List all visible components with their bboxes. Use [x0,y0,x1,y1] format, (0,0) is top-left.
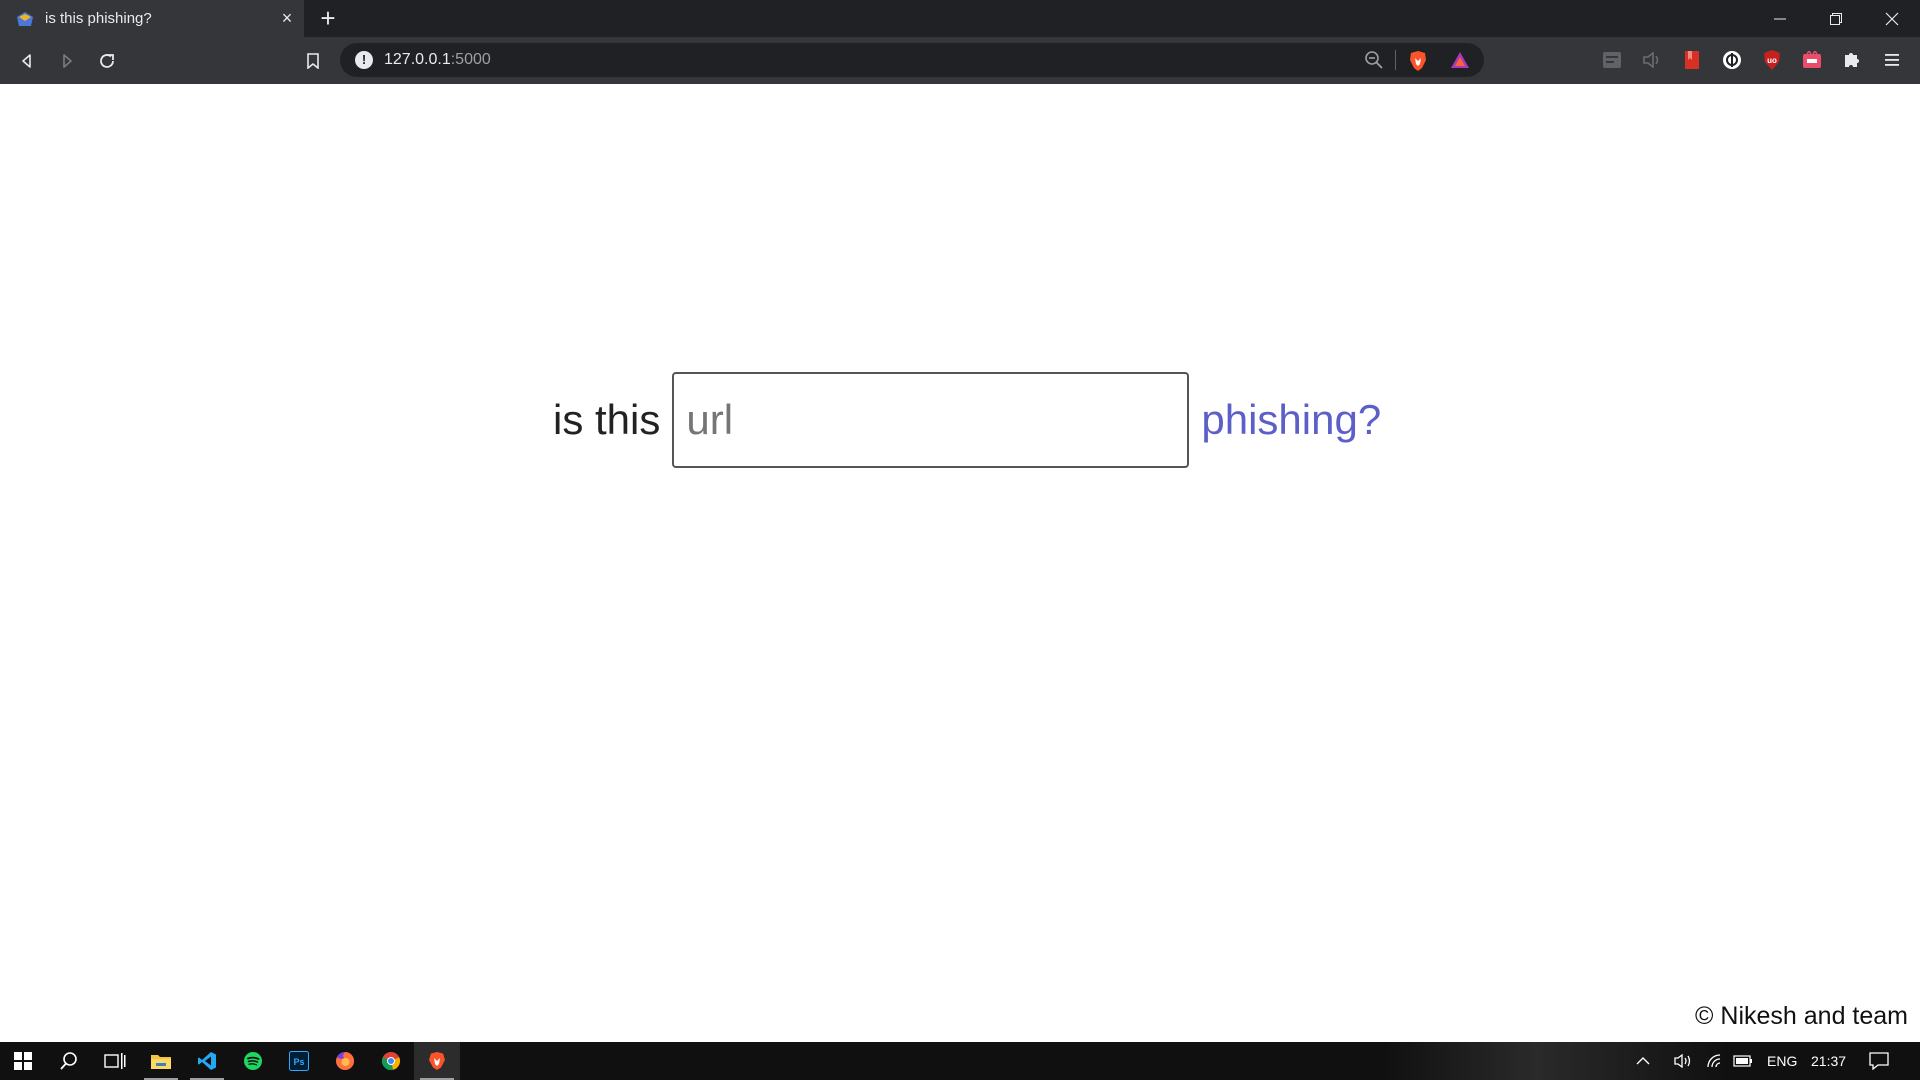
language-indicator[interactable]: ENG [1767,1042,1797,1080]
search-icon[interactable] [46,1042,92,1080]
browser-toolbar: ! 127.0.0.1:5000 uo [0,37,1920,84]
tab-title: is this phishing? [45,10,152,27]
new-tab-button[interactable]: + [316,5,340,31]
clock[interactable]: 21:37 [1811,1042,1846,1080]
svg-text:uo: uo [1767,56,1777,65]
vscode-icon[interactable] [184,1042,230,1080]
chrome-icon[interactable] [368,1042,414,1080]
tab-active[interactable]: is this phishing? × [0,0,304,37]
reload-button[interactable] [94,48,120,74]
menu-icon[interactable] [1881,49,1903,71]
extension-6-icon[interactable] [1801,49,1823,71]
windows-taskbar: Ps ENG 21:37 [0,1042,1920,1080]
notifications-icon[interactable] [1856,1042,1902,1080]
address-url: 127.0.0.1:5000 [384,51,491,68]
extension-4-icon[interactable] [1721,49,1743,71]
minimize-icon[interactable] [1752,0,1808,37]
extension-2-icon[interactable] [1641,49,1663,71]
chevron-up-icon[interactable] [1628,1042,1658,1080]
ublock-icon[interactable]: uo [1761,49,1783,71]
firefox-icon[interactable] [322,1042,368,1080]
back-button[interactable] [14,48,40,74]
phishing-check-form: is this phishing? [553,372,1381,468]
photoshop-icon[interactable]: Ps [276,1042,322,1080]
extension-3-icon[interactable] [1681,49,1703,71]
battery-icon[interactable] [1728,1042,1758,1080]
favicon-icon [16,11,34,27]
zoom-icon[interactable] [1364,50,1384,70]
task-view-icon[interactable] [92,1042,138,1080]
brave-rewards-icon[interactable] [1450,50,1470,70]
volume-icon[interactable] [1668,1042,1698,1080]
prompt-prefix: is this [553,396,661,443]
prompt-suffix-link[interactable]: phishing? [1201,396,1381,444]
page-content: is this phishing? © Nikesh and team [0,84,1920,1042]
brave-shields-icon[interactable] [1408,50,1428,71]
puzzle-icon[interactable] [1841,49,1863,71]
restore-icon[interactable] [1808,0,1864,37]
footer-credit: © Nikesh and team [1695,1002,1908,1030]
omnibox-divider [1395,50,1396,70]
tab-strip: is this phishing? × + [0,0,1920,37]
svg-text:Ps: Ps [293,1057,304,1067]
bookmark-icon[interactable] [300,48,326,74]
wifi-icon[interactable] [1700,1042,1730,1080]
tab-close-icon[interactable]: × [278,9,296,27]
close-icon[interactable] [1864,0,1920,37]
extension-1-icon[interactable] [1601,49,1623,71]
browser-chrome: is this phishing? × + ! 127.0.0.1:5000 u… [0,0,1920,84]
site-info-icon[interactable]: ! [355,51,373,69]
file-explorer-icon[interactable] [138,1042,184,1080]
windows-start-icon[interactable] [0,1042,46,1080]
brave-icon[interactable] [414,1042,460,1080]
address-bar[interactable]: ! 127.0.0.1:5000 [340,43,1484,77]
spotify-icon[interactable] [230,1042,276,1080]
forward-button[interactable] [54,48,80,74]
url-input[interactable] [672,372,1190,468]
